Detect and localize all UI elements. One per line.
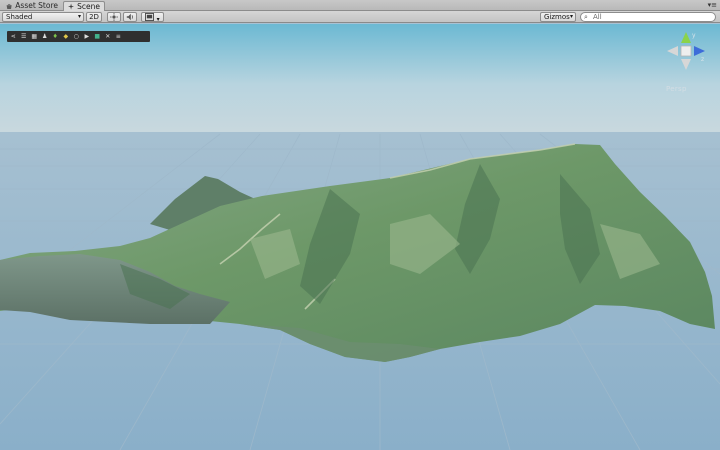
person-icon[interactable]: ♟ <box>41 32 50 41</box>
scene-viewport[interactable]: ⋖ ☰ ▦ ♟ ♦ ◆ ○ ▶ ■ ✕ ≡ y z Persp <box>0 24 720 450</box>
draw-mode-label: Shaded <box>6 13 33 21</box>
svg-text:y: y <box>692 32 696 39</box>
gizmos-dropdown[interactable]: Gizmos ▾ <box>540 12 576 22</box>
camera-icon[interactable]: ▶ <box>83 32 92 41</box>
circle-icon[interactable]: ○ <box>72 32 81 41</box>
gizmo-y-axis-icon[interactable]: y <box>681 32 696 43</box>
svg-text:z: z <box>701 56 704 63</box>
tab-asset-store-label: Asset Store <box>15 1 58 10</box>
gizmo-z-axis-icon[interactable]: z <box>694 46 705 63</box>
gizmo-center-cube[interactable] <box>680 45 692 57</box>
asset-store-icon <box>6 3 12 9</box>
menu-icon[interactable]: ≡ <box>114 32 123 41</box>
audio-toggle-button[interactable] <box>123 12 137 22</box>
scene-icon <box>68 3 75 10</box>
sun-icon <box>110 13 118 21</box>
orientation-gizmo[interactable]: y z <box>663 28 709 74</box>
chevron-down-icon: ▾ <box>156 16 160 23</box>
close-icon[interactable]: ✕ <box>104 32 113 41</box>
tab-scene[interactable]: Scene <box>63 1 105 11</box>
lighting-toggle-button[interactable] <box>107 12 121 22</box>
chevron-down-icon: ▾ <box>77 13 81 20</box>
chevron-down-icon: ▾ <box>569 13 573 20</box>
leaf-icon[interactable]: ♦ <box>51 32 60 41</box>
scene-render <box>0 24 720 450</box>
square-icon[interactable]: ■ <box>93 32 102 41</box>
search-input[interactable]: ⌕ All <box>580 12 716 22</box>
tag-icon[interactable]: ◆ <box>62 32 71 41</box>
tab-asset-store[interactable]: Asset Store <box>2 1 62 11</box>
speaker-icon <box>126 13 133 21</box>
effects-dropdown[interactable]: ▾ <box>141 12 164 23</box>
grid-icon[interactable]: ▦ <box>30 32 39 41</box>
search-placeholder: All <box>593 13 602 21</box>
tab-scene-label: Scene <box>77 1 100 11</box>
2d-mode-label: 2D <box>89 13 99 21</box>
scene-toolbar: Shaded ▾ 2D ▾ Gizmos ▾ ⌕ All <box>0 11 720 23</box>
layers-icon[interactable]: ☰ <box>20 32 29 41</box>
scene-tool-panel: ⋖ ☰ ▦ ♟ ♦ ◆ ○ ▶ ■ ✕ ≡ <box>7 31 150 42</box>
projection-label[interactable]: Persp <box>666 85 687 93</box>
search-icon: ⌕ <box>584 13 588 21</box>
draw-mode-dropdown[interactable]: Shaded ▾ <box>2 12 84 22</box>
gizmos-label: Gizmos <box>544 13 570 21</box>
share-icon[interactable]: ⋖ <box>9 32 18 41</box>
tab-strip: Asset Store Scene ▾≡ <box>0 0 720 11</box>
image-icon <box>145 13 155 21</box>
tab-menu-icon[interactable]: ▾≡ <box>708 1 717 10</box>
2d-mode-button[interactable]: 2D <box>86 12 102 22</box>
